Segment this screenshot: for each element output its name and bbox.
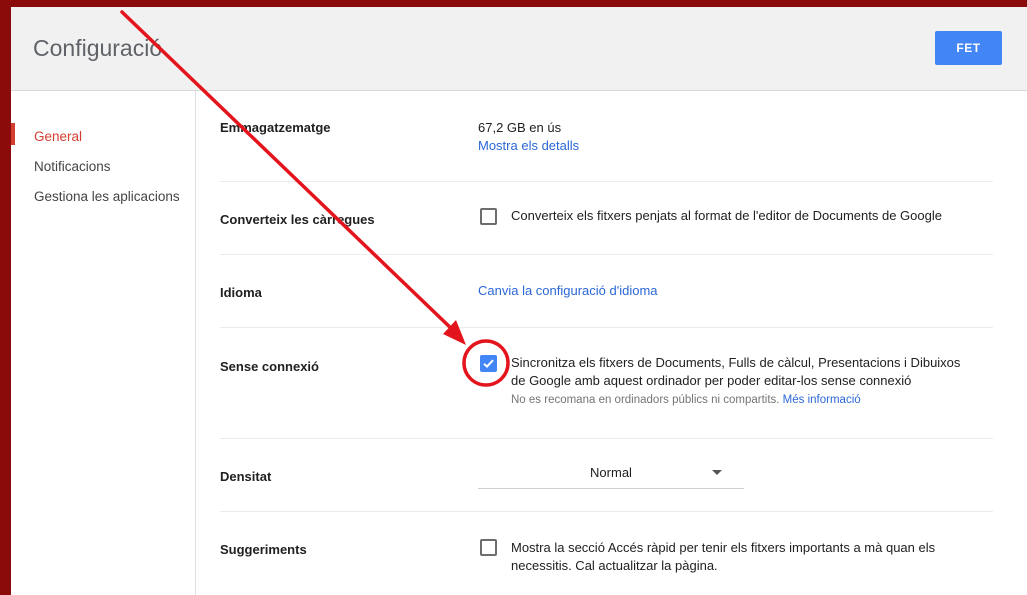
language-label: Idioma xyxy=(220,285,262,300)
chevron-down-icon xyxy=(712,470,722,475)
suggestions-description-line-1: Mostra la secció Accés ràpid per tenir e… xyxy=(511,540,936,555)
sidebar-item-general[interactable]: General xyxy=(34,129,82,144)
suggestions-description-line-2: necessitis. Cal actualitzar la pàgina. xyxy=(511,558,718,573)
sidebar: General Notificacions Gestiona les aplic… xyxy=(11,91,196,595)
done-button[interactable]: FET xyxy=(935,31,1002,65)
more-info-link[interactable]: Més informació xyxy=(783,394,861,406)
convert-description: Converteix els fitxers penjats al format… xyxy=(511,208,942,223)
setting-row-language: Idioma Canvia la configuració d'idioma xyxy=(220,255,993,328)
storage-label: Emmagatzematge xyxy=(220,120,331,135)
header: Configuració FET xyxy=(11,7,1027,91)
suggestions-description: Mostra la secció Accés ràpid per tenir e… xyxy=(511,539,935,575)
check-icon xyxy=(483,359,494,369)
sidebar-item-manage-apps[interactable]: Gestiona les aplicacions xyxy=(34,189,180,204)
convert-label: Converteix les càrregues xyxy=(220,212,375,227)
storage-usage: 67,2 GB en ús xyxy=(478,120,562,135)
density-selected-value: Normal xyxy=(590,465,632,480)
offline-description-line-2: de Google amb aquest ordinador per poder… xyxy=(511,373,912,388)
settings-window: Configuració FET General Notificacions G… xyxy=(11,7,1027,595)
offline-description-line-1: Sincronitza els fitxers de Documents, Fu… xyxy=(511,355,961,370)
setting-row-offline: Sense connexió Sincronitza els fitxers d… xyxy=(220,328,993,439)
suggestions-checkbox[interactable] xyxy=(480,539,497,556)
setting-row-density: Densitat Normal xyxy=(220,439,993,512)
offline-label: Sense connexió xyxy=(220,359,319,374)
density-label: Densitat xyxy=(220,469,272,484)
convert-checkbox[interactable] xyxy=(480,208,497,225)
offline-note: No es recomana en ordinadors públics ni … xyxy=(511,394,780,406)
active-nav-indicator xyxy=(11,123,15,145)
storage-details-link[interactable]: Mostra els detalls xyxy=(478,138,579,153)
sidebar-item-notifications[interactable]: Notificacions xyxy=(34,159,111,174)
density-dropdown[interactable]: Normal xyxy=(478,455,744,489)
setting-row-storage: Emmagatzematge 67,2 GB en ús Mostra els … xyxy=(220,103,993,182)
setting-row-convert: Converteix les càrregues Converteix els … xyxy=(220,182,993,255)
page-title: Configuració xyxy=(33,35,163,61)
offline-checkbox[interactable] xyxy=(480,355,497,372)
setting-row-suggestions: Suggeriments Mostra la secció Accés ràpi… xyxy=(220,512,993,595)
offline-description: Sincronitza els fitxers de Documents, Fu… xyxy=(511,354,960,409)
change-language-link[interactable]: Canvia la configuració d'idioma xyxy=(478,283,658,298)
suggestions-label: Suggeriments xyxy=(220,542,307,557)
